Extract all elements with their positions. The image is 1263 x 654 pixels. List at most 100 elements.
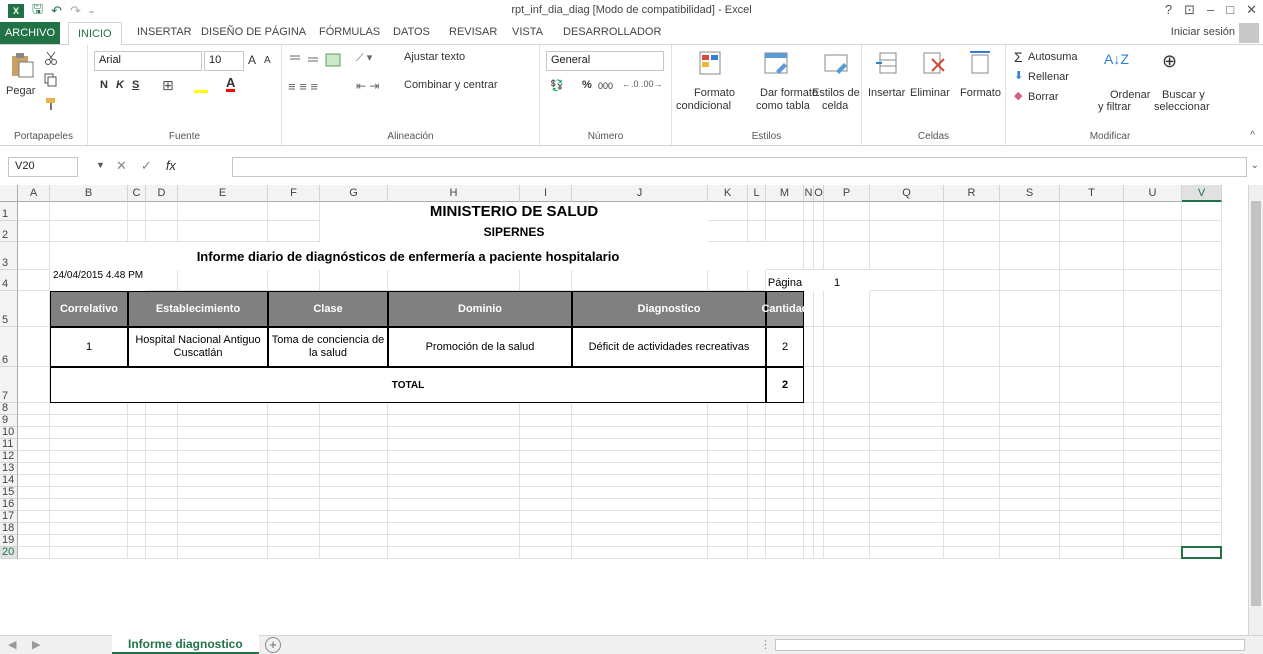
sort-filter-button-l2[interactable]: y filtrar [1098, 101, 1131, 113]
tab-revisar[interactable]: REVISAR [449, 26, 497, 38]
expand-formula-bar-icon[interactable]: ⌄ [1251, 160, 1259, 171]
cut-icon[interactable] [44, 51, 58, 65]
enter-formula-button[interactable]: ✓ [141, 158, 152, 174]
column-header-q[interactable]: Q [870, 185, 944, 202]
horizontal-scroll-thumb[interactable] [790, 641, 1230, 649]
column-header-u[interactable]: U [1124, 185, 1182, 202]
column-header-h[interactable]: H [388, 185, 520, 202]
page-label[interactable]: Página [766, 270, 804, 291]
column-header-l[interactable]: L [748, 185, 766, 202]
add-sheet-button[interactable]: + [265, 637, 281, 653]
tab-diseno-pagina[interactable]: DISEÑO DE PÁGINA [201, 26, 306, 38]
underline-button[interactable]: S [132, 79, 139, 91]
next-sheet-icon[interactable]: ▶ [32, 638, 40, 651]
number-format-select[interactable]: General [546, 51, 664, 71]
row-header-4[interactable]: 4 [0, 270, 18, 291]
accounting-format-icon[interactable]: 💱 [550, 79, 564, 92]
column-header-j[interactable]: J [572, 185, 708, 202]
format-as-table-icon[interactable] [762, 49, 790, 77]
find-select-button-l1[interactable]: Buscar y [1162, 89, 1205, 101]
name-box-dropdown-icon[interactable]: ▼ [96, 160, 105, 170]
shrink-font-button[interactable]: A [264, 55, 271, 66]
minimize-button[interactable]: – [1207, 2, 1214, 18]
sheet-tab-informe-diagnostico[interactable]: Informe diagnostico [112, 635, 259, 654]
tab-vista[interactable]: VISTA [512, 26, 543, 38]
paste-icon[interactable] [8, 51, 36, 79]
report-datetime[interactable]: 24/04/2015 4.48 PM [50, 270, 146, 291]
column-header-t[interactable]: T [1060, 185, 1124, 202]
help-button[interactable]: ? [1165, 2, 1172, 18]
insert-cells-icon[interactable] [874, 49, 902, 77]
sort-filter-button-l1[interactable]: Ordenar [1110, 89, 1150, 101]
insert-function-button[interactable]: fx [166, 158, 176, 174]
conditional-format-button-l2[interactable]: condicional [676, 100, 731, 112]
tab-formulas[interactable]: FÓRMULAS [319, 26, 380, 38]
table-cell-establecimiento[interactable]: Hospital Nacional Antiguo Cuscatlán [128, 327, 268, 367]
vertical-scrollbar[interactable] [1248, 185, 1263, 635]
row-header-5[interactable]: 5 [0, 291, 18, 327]
column-header-f[interactable]: F [268, 185, 320, 202]
table-cell-cantidad[interactable]: 2 [766, 327, 804, 367]
tab-desarrollador[interactable]: DESARROLLADOR [563, 26, 661, 38]
cell-styles-icon[interactable] [822, 49, 850, 77]
cell-styles-button-l1[interactable]: Estilos de [812, 87, 860, 99]
report-title[interactable]: MINISTERIO DE SALUD [320, 202, 708, 221]
conditional-format-icon[interactable] [696, 49, 724, 77]
orientation-icon[interactable]: ⟋ ▾ [356, 51, 372, 65]
table-header-cell[interactable]: Establecimiento [128, 291, 268, 327]
report-subtitle[interactable]: SIPERNES [320, 221, 708, 242]
table-cell-clase[interactable]: Toma de conciencia de la salud [268, 327, 388, 367]
column-header-d[interactable]: D [146, 185, 178, 202]
row-header-3[interactable]: 3 [0, 242, 18, 270]
table-header-cell[interactable]: Dominio [388, 291, 572, 327]
total-label[interactable]: TOTAL [50, 367, 766, 403]
delete-cells-icon[interactable] [920, 49, 948, 77]
format-painter-icon[interactable] [44, 97, 58, 111]
column-header-p[interactable]: P [824, 185, 870, 202]
horizontal-align-icons[interactable]: ≡ ≡ ≡ [288, 79, 318, 94]
column-header-g[interactable]: G [320, 185, 388, 202]
name-box[interactable]: V20 [8, 157, 78, 177]
paste-button[interactable]: Pegar [6, 85, 35, 97]
prev-sheet-icon[interactable]: ◀ [8, 638, 16, 651]
autosum-button[interactable]: Autosuma [1028, 51, 1078, 63]
percent-button[interactable]: % [582, 79, 592, 91]
table-cell-diagnostico[interactable]: Déficit de actividades recreativas [572, 327, 766, 367]
horizontal-scrollbar[interactable] [775, 639, 1245, 651]
format-cells-icon[interactable] [966, 49, 994, 77]
format-as-table-button-l1[interactable]: Dar formato [760, 87, 818, 99]
wrap-text-button[interactable]: Ajustar texto [404, 51, 465, 63]
delete-cells-button[interactable]: Eliminar [910, 87, 950, 99]
tab-insertar[interactable]: INSERTAR [137, 26, 192, 38]
vertical-align-icons[interactable] [288, 53, 348, 67]
column-header-b[interactable]: B [50, 185, 128, 202]
binoculars-icon[interactable]: ⊕ [1162, 51, 1177, 72]
ribbon-display-options-button[interactable]: ⊡ [1184, 2, 1195, 18]
table-header-cell[interactable]: Cantidad [761, 291, 809, 327]
vertical-scroll-thumb[interactable] [1251, 201, 1261, 606]
merge-center-button[interactable]: Combinar y centrar [404, 79, 498, 91]
clear-button[interactable]: Borrar [1028, 91, 1059, 103]
active-cell-selection[interactable] [1181, 546, 1222, 559]
grow-font-button[interactable]: A [248, 53, 256, 67]
indent-icons[interactable]: ⇤ ⇥ [356, 79, 379, 93]
table-header-cell[interactable]: Correlativo [50, 291, 128, 327]
avatar[interactable] [1239, 23, 1259, 43]
decimal-icons[interactable]: ←.0 .00→ [622, 79, 663, 89]
spreadsheet-grid[interactable]: A B C D E F G H I J K L M N O P Q R S T U V 1 2 3 4 5 6 7 8 9 10 11 12 13 1… [0, 185, 1263, 635]
table-cell-dominio[interactable]: Promoción de la salud [388, 327, 572, 367]
clear-icon[interactable]: ◆ [1014, 89, 1022, 102]
total-value[interactable]: 2 [766, 367, 804, 403]
format-cells-button[interactable]: Formato [960, 87, 1001, 99]
sign-in-link[interactable]: Iniciar sesión [1171, 26, 1235, 38]
page-number[interactable]: 1 [804, 270, 870, 291]
tab-datos[interactable]: DATOS [393, 26, 430, 38]
autosum-icon[interactable]: Σ [1014, 49, 1023, 65]
font-size-select[interactable]: 10 [204, 51, 244, 71]
tab-splitter-icon[interactable]: ⋮ [760, 638, 771, 651]
column-header-s[interactable]: S [1000, 185, 1060, 202]
thousands-button[interactable]: 000 [598, 81, 613, 91]
insert-cells-button[interactable]: Insertar [868, 87, 905, 99]
column-header-c[interactable]: C [128, 185, 146, 202]
cell-styles-button-l2[interactable]: celda [822, 100, 848, 112]
